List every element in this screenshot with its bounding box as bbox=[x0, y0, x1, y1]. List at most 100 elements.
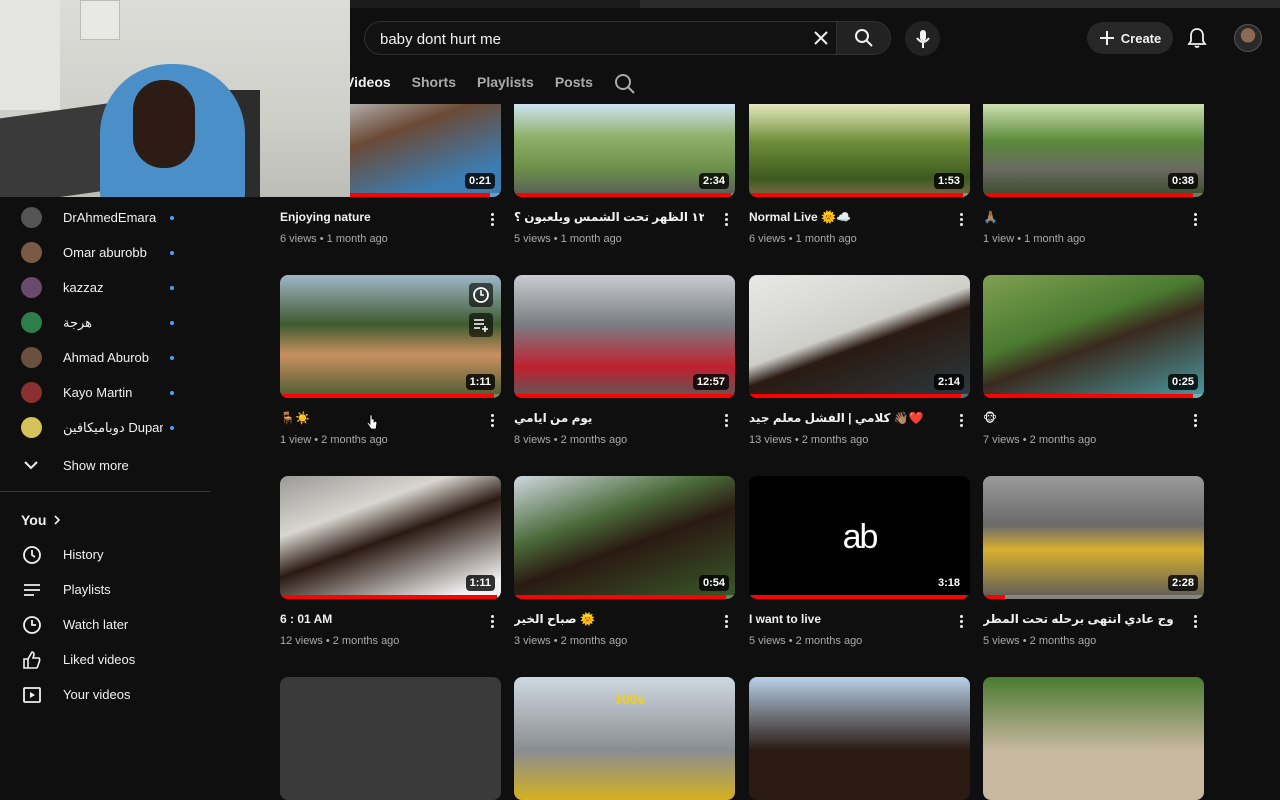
more-options-icon[interactable] bbox=[955, 210, 967, 228]
video-title[interactable]: كلامي | الفشل معلم جيد 👋🏽❤️ bbox=[749, 411, 939, 425]
video-duration: 1:53 bbox=[933, 173, 964, 189]
video-duration: 0:25 bbox=[1167, 374, 1198, 390]
history-icon bbox=[21, 544, 43, 566]
voice-search-button[interactable] bbox=[905, 21, 940, 56]
video-title[interactable]: 🐵 bbox=[983, 411, 1173, 425]
more-options-icon[interactable] bbox=[720, 210, 732, 228]
more-options-icon[interactable] bbox=[955, 612, 967, 630]
video-thumbnail[interactable]: 1:11 bbox=[280, 275, 501, 398]
more-options-icon[interactable] bbox=[955, 411, 967, 429]
you-section-header[interactable]: You bbox=[21, 512, 62, 528]
video-thumbnail[interactable]: 1:53 bbox=[749, 104, 970, 197]
tab-playlists[interactable]: Playlists bbox=[477, 74, 534, 94]
video-thumbnail[interactable]: 2:14 bbox=[749, 275, 970, 398]
new-content-dot bbox=[170, 215, 174, 220]
video-meta: 6 views • 1 month ago bbox=[749, 233, 857, 245]
video-title[interactable]: صباح الخير 🌞 bbox=[514, 612, 704, 626]
subscription-name: kazzaz bbox=[63, 280, 104, 295]
new-content-dot bbox=[170, 320, 174, 325]
search-input[interactable] bbox=[380, 28, 800, 50]
video-duration: 12:57 bbox=[692, 374, 729, 390]
search-icon bbox=[854, 29, 873, 47]
more-options-icon[interactable] bbox=[720, 411, 732, 429]
video-thumbnail[interactable]: 1:11 bbox=[280, 476, 501, 599]
notifications-button[interactable] bbox=[1184, 25, 1210, 51]
tab-shorts[interactable]: Shorts bbox=[412, 74, 456, 94]
video-meta: 3 views • 2 months ago bbox=[514, 635, 628, 647]
subscription-item[interactable]: Ahmad Aburob bbox=[0, 340, 210, 375]
more-options-icon[interactable] bbox=[1189, 210, 1201, 228]
webcam-ac-unit bbox=[80, 0, 120, 40]
video-thumbnail[interactable] bbox=[983, 677, 1204, 800]
watch-progress-fill bbox=[983, 193, 1193, 197]
video-thumbnail[interactable]: 0:25 bbox=[983, 275, 1204, 398]
video-title[interactable]: 6 : 01 AM bbox=[280, 612, 470, 626]
watch-later-icon bbox=[21, 614, 43, 636]
subscription-item[interactable]: هرجة bbox=[0, 305, 210, 340]
video-thumbnail[interactable] bbox=[749, 677, 970, 800]
sidebar-item-label: Liked videos bbox=[63, 652, 136, 667]
browser-tab-bar bbox=[640, 0, 1280, 8]
add-to-queue-icon[interactable] bbox=[469, 313, 493, 337]
video-title[interactable]: 🙏🏽 bbox=[983, 210, 1173, 224]
video-meta: 13 views • 2 months ago bbox=[749, 434, 869, 446]
search-button[interactable] bbox=[836, 21, 891, 55]
subscription-item[interactable]: دوباميكافين Dupami... bbox=[0, 410, 210, 445]
video-duration: 1:11 bbox=[465, 374, 495, 390]
video-thumbnail[interactable]: 0:38 bbox=[983, 104, 1204, 197]
you-label: You bbox=[21, 512, 47, 528]
show-more-button[interactable]: Show more bbox=[0, 450, 210, 480]
video-thumbnail[interactable]: 12:57 bbox=[514, 275, 735, 398]
video-title[interactable]: Enjoying nature bbox=[280, 210, 470, 224]
subscription-item[interactable]: Kayo Martin bbox=[0, 375, 210, 410]
sidebar-item-your-videos[interactable]: Your videos bbox=[0, 677, 210, 712]
video-thumbnail[interactable] bbox=[280, 677, 501, 800]
clear-search-button[interactable] bbox=[806, 23, 836, 53]
video-thumbnail[interactable]: 100s bbox=[514, 677, 735, 800]
thumbnail-overlay-text: 100s bbox=[614, 691, 646, 707]
sidebar-item-playlists[interactable]: Playlists bbox=[0, 572, 210, 607]
tab-posts[interactable]: Posts bbox=[555, 74, 593, 94]
watch-progress-bar bbox=[280, 394, 501, 398]
more-options-icon[interactable] bbox=[720, 612, 732, 630]
video-duration: 2:34 bbox=[698, 173, 729, 189]
subscription-item[interactable]: DrAhmedEmara bbox=[0, 200, 210, 235]
watch-later-icon[interactable] bbox=[469, 283, 493, 307]
video-title[interactable]: الساعه ١٢ الظهر تحت الشمس ويلعبون ؟ bbox=[514, 210, 704, 224]
watch-progress-bar bbox=[749, 193, 970, 197]
more-options-icon[interactable] bbox=[1189, 612, 1201, 630]
sidebar-item-watch-later[interactable]: Watch later bbox=[0, 607, 210, 642]
subscription-item[interactable]: kazzaz bbox=[0, 270, 210, 305]
video-thumbnail[interactable]: 2:34 bbox=[514, 104, 735, 197]
sidebar-item-history[interactable]: History bbox=[0, 537, 210, 572]
create-label: Create bbox=[1120, 30, 1162, 46]
video-thumbnail[interactable]: ab 3:18 bbox=[749, 476, 970, 599]
tab-videos[interactable]: Videos bbox=[345, 74, 391, 94]
video-duration: 1:11 bbox=[465, 575, 495, 591]
video-thumbnail[interactable]: 2:28 bbox=[983, 476, 1204, 599]
video-meta: 6 views • 1 month ago bbox=[280, 233, 388, 245]
video-title[interactable]: خروج عادي انتهى برحله تحت المطر bbox=[983, 612, 1173, 626]
watch-progress-bar bbox=[983, 394, 1204, 398]
video-title[interactable]: I want to live bbox=[749, 612, 939, 626]
channel-search-icon[interactable] bbox=[614, 73, 636, 95]
video-thumbnail[interactable]: 0:54 bbox=[514, 476, 735, 599]
video-title[interactable]: Normal Live 🌞☁️ bbox=[749, 210, 939, 224]
channel-avatar bbox=[21, 417, 42, 438]
more-options-icon[interactable] bbox=[486, 411, 498, 429]
video-title[interactable]: يوم من ايامي bbox=[514, 411, 704, 425]
account-avatar[interactable] bbox=[1234, 24, 1262, 52]
more-options-icon[interactable] bbox=[1189, 411, 1201, 429]
more-options-icon[interactable] bbox=[486, 612, 498, 630]
more-options-icon[interactable] bbox=[486, 210, 498, 228]
search-box[interactable] bbox=[364, 21, 836, 55]
channel-avatar bbox=[21, 277, 42, 298]
watch-progress-fill bbox=[983, 394, 1193, 398]
close-icon bbox=[814, 31, 828, 45]
subscription-item[interactable]: Omar aburobb bbox=[0, 235, 210, 270]
create-button[interactable]: Create bbox=[1087, 22, 1173, 54]
sidebar-item-liked-videos[interactable]: Liked videos bbox=[0, 642, 210, 677]
channel-avatar bbox=[21, 312, 42, 333]
subscription-name: Omar aburobb bbox=[63, 245, 147, 260]
watch-progress-fill bbox=[749, 595, 966, 599]
